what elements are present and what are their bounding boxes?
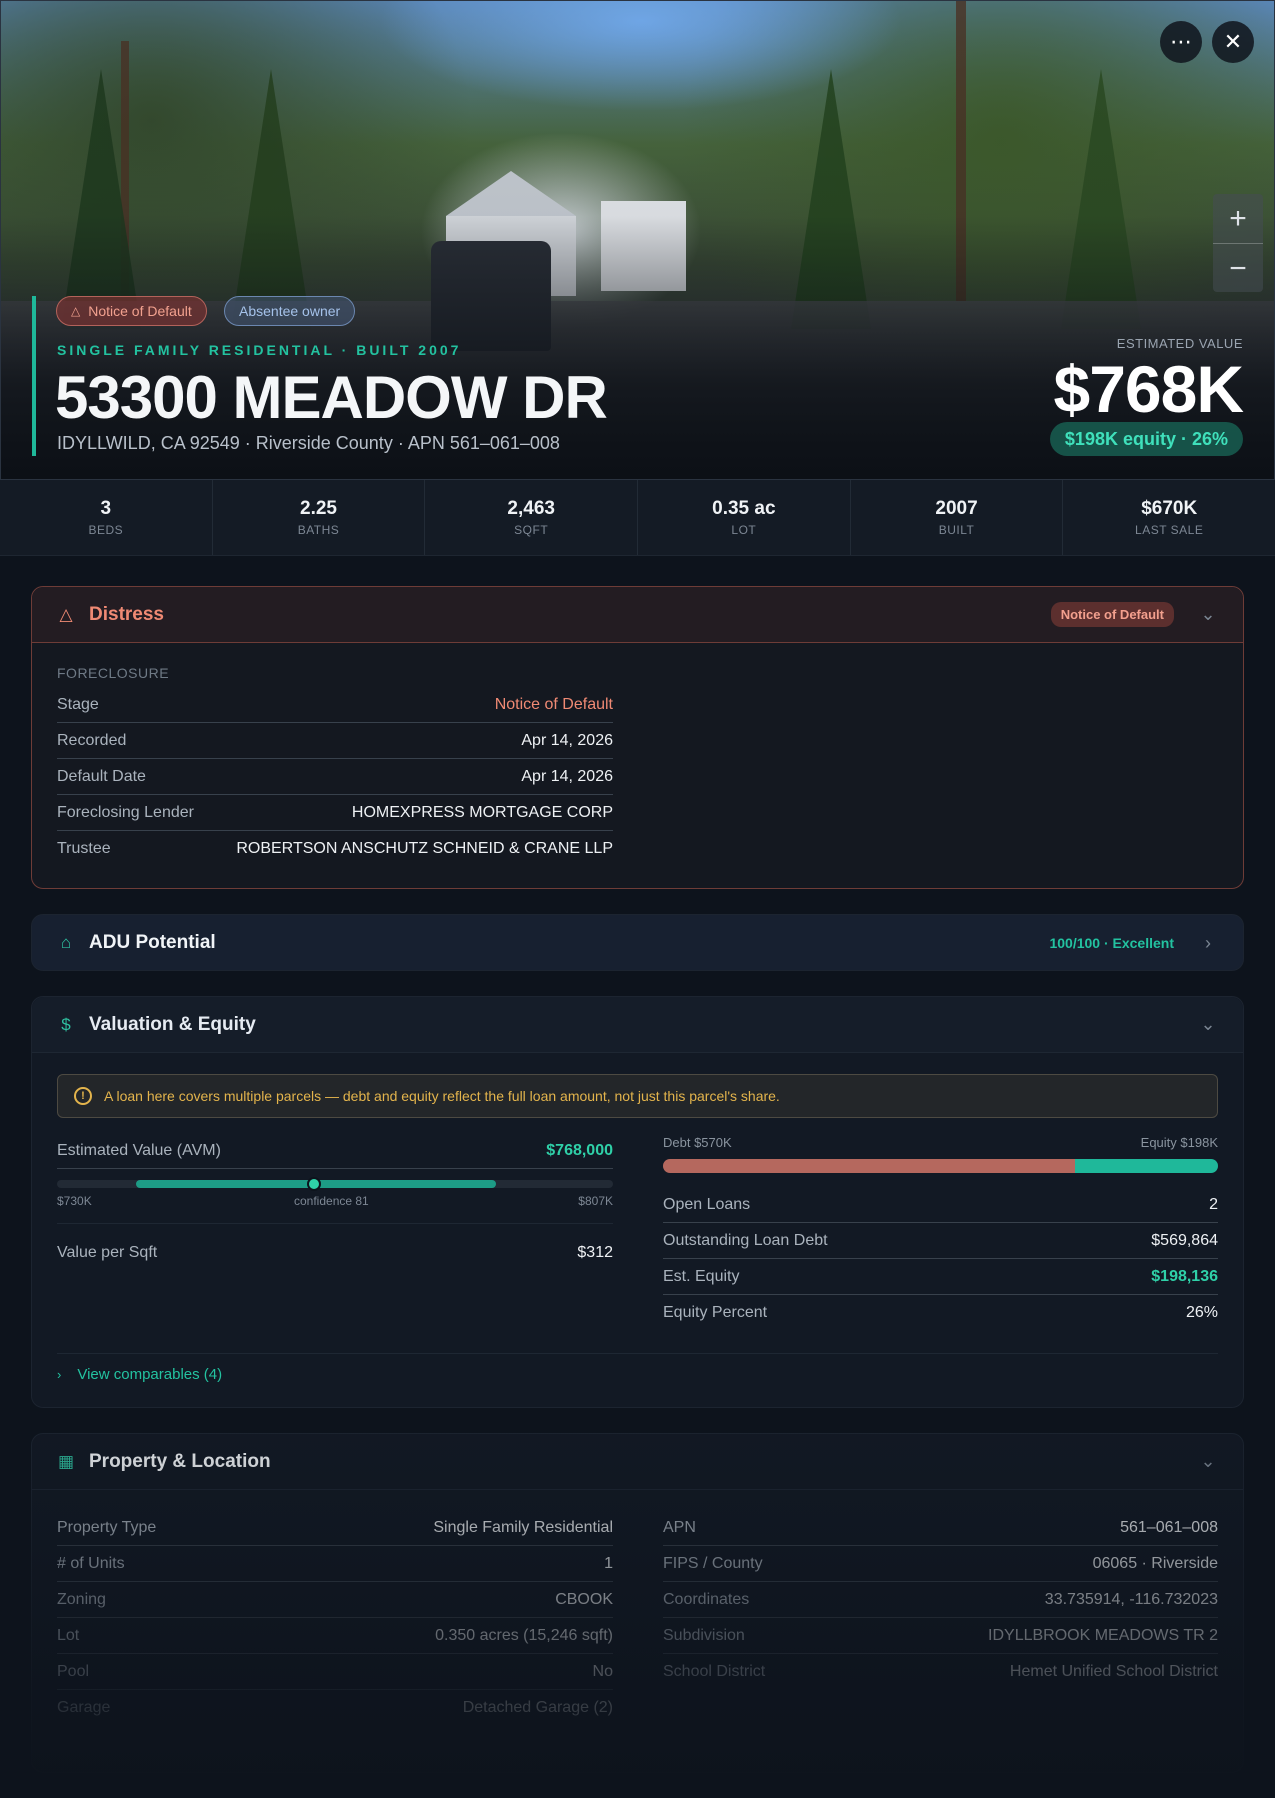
hero-photo: ⋯ ✕ + − △ Notice of Default Absentee own… (0, 0, 1275, 480)
avm-low: $730K (57, 1194, 92, 1208)
avm-range-labels: $730K confidence 81 $807K (57, 1194, 613, 1210)
chevron-down-icon[interactable]: ⌄ (1198, 604, 1218, 625)
chevron-right-icon[interactable]: › (1198, 933, 1218, 954)
open-loans-row: Open Loans 2 (663, 1187, 1218, 1223)
status-badge: Notice of Default (1050, 602, 1174, 627)
stat-baths: 2.25 BATHS (213, 480, 426, 555)
estimated-value-label: ESTIMATED VALUE (1116, 336, 1243, 351)
loan-debt-row: Outstanding Loan Debt $569,864 (663, 1223, 1218, 1259)
page-title: 53300 MEADOW DR (55, 364, 608, 431)
property-address: IDYLLWILD, CA 92549 · Riverside County ·… (57, 433, 560, 453)
stat-beds: 3 BEDS (0, 480, 213, 555)
property-subtitle: SINGLE FAMILY RESIDENTIAL · BUILT 2007 (57, 342, 462, 358)
property-card: ▦ Property & Location ⌄ Property Type Sin… (31, 1433, 1244, 1773)
plus-icon: + (1229, 201, 1247, 235)
adu-card[interactable]: ⌂ ADU Potential 100/100 · Excellent › (31, 914, 1244, 971)
foreclosure-section-label: FORECLOSURE (57, 665, 170, 681)
dollar-icon: $ (61, 1014, 71, 1034)
adu-score: 100/100 · Excellent (1049, 935, 1174, 951)
more-icon: ⋯ (1170, 29, 1192, 54)
stat-sqft: 2,463 SQFT (425, 480, 639, 555)
valuation-header[interactable]: $ Valuation & Equity ⌄ (32, 997, 1243, 1053)
flame-icon: △ (71, 304, 81, 318)
stat-built: 2007 BUILT (851, 480, 1064, 555)
close-icon: ✕ (1223, 29, 1243, 54)
apn-row: APN 561–061–008 (663, 1510, 1218, 1546)
distress-row-trustee: Trustee ROBERTSON ANSCHUTZ SCHNEID & CRAN… (57, 840, 613, 857)
flame-icon: △ (59, 604, 73, 624)
multi-parcel-warning: ! A loan here covers multiple parcels — … (57, 1074, 1218, 1118)
map-zoom-control: + − (1213, 194, 1263, 292)
property-type-row: Property Type Single Family Residential (57, 1510, 613, 1546)
estimated-value: $768K (1053, 352, 1244, 426)
zoom-in-button[interactable]: + (1213, 194, 1263, 243)
home-icon: ⌂ (60, 933, 72, 952)
distress-row-recorded: Recorded Apr 14, 2026 (57, 723, 613, 759)
debt-equity-labels: Debt $570K Equity $198K (663, 1135, 1218, 1150)
distress-card: △ Distress Notice of Default ⌄ FORECLOSU… (31, 586, 1244, 889)
valuation-card: $ Valuation & Equity ⌄ ! A loan here cov… (31, 996, 1244, 1408)
equity-label: Equity $198K (1140, 1135, 1218, 1150)
stat-lot: 0.35 ac LOT (638, 480, 851, 555)
avm-row: Estimated Value (AVM) $768,000 (57, 1133, 613, 1169)
accent-bar (32, 296, 36, 456)
debt-label: Debt $570K (663, 1135, 732, 1150)
units-row: # of Units 1 (57, 1546, 613, 1582)
owner-chip: Absentee owner (224, 296, 356, 326)
chevron-down-icon[interactable]: ⌄ (1198, 1014, 1218, 1035)
avm-marker (306, 1177, 321, 1191)
view-comparables-link[interactable]: › View comparables (4) (57, 1366, 222, 1383)
equity-badge: $198K equity · 26% (1049, 422, 1243, 456)
value-per-sqft-row: Value per Sqft $312 (57, 1244, 613, 1261)
property-header[interactable]: ▦ Property & Location ⌄ (32, 1434, 1243, 1490)
avm-range-bar (57, 1177, 613, 1191)
distress-chip: △ Notice of Default (56, 296, 207, 326)
equity-segment (1074, 1159, 1218, 1173)
warning-icon: ! (74, 1087, 92, 1105)
minus-icon: − (1229, 251, 1247, 285)
fips-row: FIPS / County 06065 · Riverside (663, 1546, 1218, 1582)
chevron-right-icon: › (57, 1367, 62, 1382)
equity-row: Est. Equity $198,136 (663, 1259, 1218, 1295)
avm-high: $807K (578, 1194, 613, 1208)
adu-header[interactable]: ⌂ ADU Potential 100/100 · Excellent › (32, 915, 1243, 971)
school-district-row: School District Hemet Unified School Dist… (663, 1663, 1218, 1680)
zoom-out-button[interactable]: − (1213, 244, 1263, 293)
avm-confidence: confidence 81 (294, 1194, 369, 1208)
distress-row-lender: Foreclosing Lender HOMEXPRESS MORTGAGE CO… (57, 795, 613, 831)
debt-equity-bar (663, 1159, 1218, 1173)
stat-last-sale: $670K LAST SALE (1135, 498, 1204, 537)
distress-row-stage: Stage Notice of Default (57, 687, 613, 723)
pool-row: Pool No (57, 1654, 613, 1690)
zoning-row: Zoning CBOOK (57, 1582, 613, 1618)
distress-header[interactable]: △ Distress Notice of Default ⌄ (32, 587, 1243, 643)
coordinates-row: Coordinates 33.735914, -116.732023 (663, 1582, 1218, 1618)
subdivision-row: Subdivision IDYLLBROOK MEADOWS TR 2 (663, 1618, 1218, 1654)
distress-row-default-date: Default Date Apr 14, 2026 (57, 759, 613, 795)
equity-percent-row: Equity Percent 26% (663, 1304, 1218, 1321)
close-button[interactable]: ✕ (1212, 21, 1254, 63)
debt-segment (663, 1159, 1075, 1173)
building-icon: ▦ (57, 1451, 75, 1471)
more-options-button[interactable]: ⋯ (1160, 21, 1202, 63)
chevron-down-icon[interactable]: ⌄ (1198, 1451, 1218, 1472)
stats-bar: 3 BEDS 2.25 BATHS 2,463 SQFT 0.35 ac LOT 200… (0, 480, 1275, 556)
garage-row: Garage Detached Garage (2) (57, 1699, 613, 1716)
lot-row: Lot 0.350 acres (15,246 sqft) (57, 1618, 613, 1654)
